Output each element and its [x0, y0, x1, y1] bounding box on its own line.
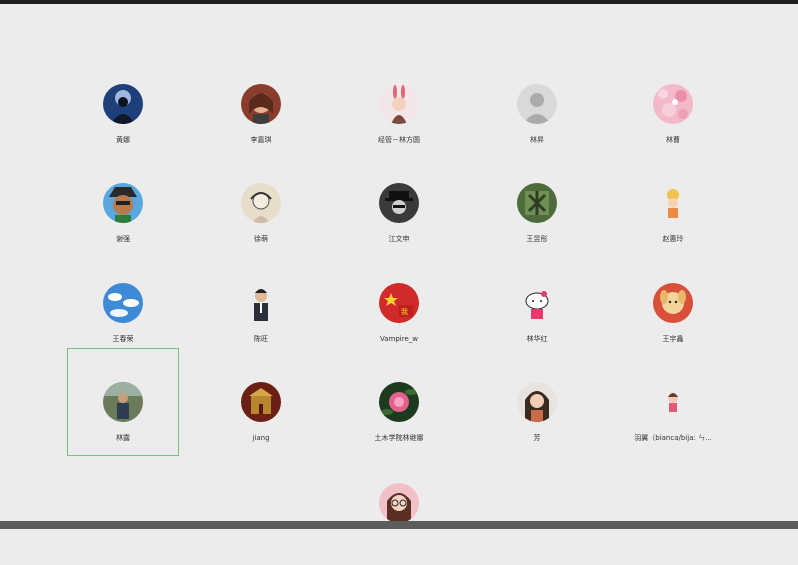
- contact-name: Vampire_w: [380, 335, 418, 343]
- suit-man-avatar-icon: [241, 283, 281, 323]
- contact-grid: 黄娜 李嘉琪 经管－林方圆 林昇 林曹 谢强 徐萌 江文申 王昱彤 赵惠玲 王春…: [0, 0, 798, 529]
- hello-kitty-avatar-icon: [517, 283, 557, 323]
- contact-name: jiang: [252, 434, 270, 442]
- contact-name: 林曹: [666, 136, 680, 144]
- cartoon-baby-avatar-icon: [653, 183, 693, 223]
- contact-item[interactable]: 李嘉琪: [191, 66, 331, 166]
- contact-item[interactable]: 陈旺: [191, 265, 331, 365]
- contact-name: 赵惠玲: [662, 235, 684, 243]
- contact-name: 林华红: [526, 335, 548, 343]
- contact-name: 黄娜: [116, 136, 130, 144]
- contact-name: 王昱彤: [526, 235, 548, 243]
- cartoon-pirate-avatar-icon: [103, 183, 143, 223]
- outdoor-person-avatar-icon: [103, 382, 143, 422]
- contact-item[interactable]: 土木学院林继娜: [329, 364, 469, 464]
- contact-name: 林露: [116, 434, 130, 442]
- dark-red-building-avatar-icon: [241, 382, 281, 422]
- contact-item[interactable]: 王宇鑫: [603, 265, 743, 365]
- blue-sky-avatar-icon: [103, 283, 143, 323]
- contact-item[interactable]: 我 Vampire_w: [329, 265, 469, 365]
- contact-item[interactable]: 羽翼（bianca/bija: ㄣ...: [603, 364, 743, 464]
- bunny-girl-avatar-icon: [379, 84, 419, 124]
- contact-item[interactable]: jiang: [191, 364, 331, 464]
- cartoon-girl-avatar-icon: [653, 382, 693, 422]
- contact-name: 王春荣: [112, 335, 134, 343]
- selfie-woman-avatar-icon: [517, 382, 557, 422]
- contact-name: 林昇: [530, 136, 544, 144]
- contact-item[interactable]: 谢强: [53, 165, 193, 265]
- contact-item[interactable]: 林昇: [467, 66, 607, 166]
- contact-name: 李嘉琪: [250, 136, 272, 144]
- contact-name: 徐萌: [254, 235, 268, 243]
- contact-item[interactable]: 王春荣: [53, 265, 193, 365]
- svg-text:我: 我: [401, 307, 408, 316]
- contact-item[interactable]: [329, 465, 469, 565]
- contact-item[interactable]: 王昱彤: [467, 165, 607, 265]
- contact-name: 王宇鑫: [662, 335, 684, 343]
- sketch-girl-avatar-icon: [241, 183, 281, 223]
- default-person-avatar-icon: [517, 84, 557, 124]
- window-bottom-bar: [0, 521, 798, 529]
- contact-name: 经管－林方圆: [378, 136, 420, 144]
- contact-name: 江文申: [388, 235, 410, 243]
- contact-name: 谢强: [116, 235, 130, 243]
- hat-man-avatar-icon: [379, 183, 419, 223]
- contact-item[interactable]: 芳: [467, 364, 607, 464]
- girl-portrait-avatar-icon: [241, 84, 281, 124]
- contact-name: 芳: [533, 434, 541, 442]
- glasses-woman-avatar-icon: [379, 483, 419, 523]
- red-flag-avatar-icon: 我: [379, 283, 419, 323]
- pink-flower-avatar-icon: [379, 382, 419, 422]
- contact-item[interactable]: 林曹: [603, 66, 743, 166]
- contact-item[interactable]: 赵惠玲: [603, 165, 743, 265]
- contact-name: 陈旺: [254, 335, 268, 343]
- contact-item[interactable]: 林露: [53, 364, 193, 464]
- contact-item[interactable]: 江文申: [329, 165, 469, 265]
- contact-item[interactable]: 林华红: [467, 265, 607, 365]
- cartoon-dog-avatar-icon: [653, 283, 693, 323]
- silhouette-night-avatar-icon: [103, 84, 143, 124]
- contact-item[interactable]: 黄娜: [53, 66, 193, 166]
- contact-item[interactable]: 经管－林方圆: [329, 66, 469, 166]
- contact-item[interactable]: 徐萌: [191, 165, 331, 265]
- contact-name: 土木学院林继娜: [374, 434, 424, 442]
- contact-name: 羽翼（bianca/bija: ㄣ...: [634, 434, 712, 442]
- pink-floral-avatar-icon: [653, 84, 693, 124]
- green-calligraphy-avatar-icon: [517, 183, 557, 223]
